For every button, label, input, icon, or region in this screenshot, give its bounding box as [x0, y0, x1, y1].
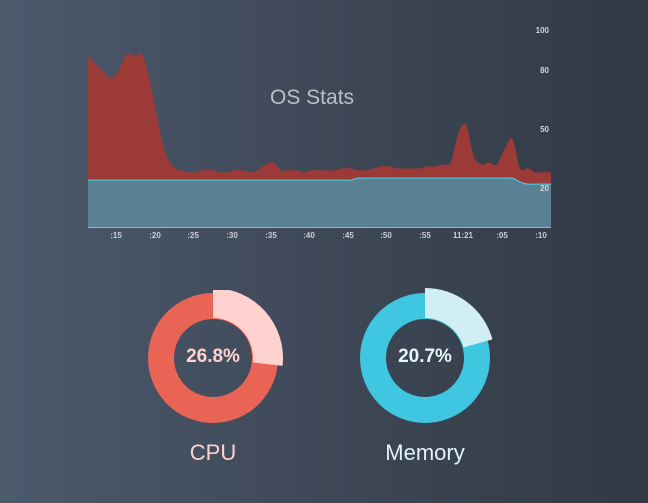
- memory-donut: 20.7%: [357, 288, 497, 428]
- cpu-label: CPU: [189, 440, 237, 465]
- y-tick-label: 50: [540, 125, 549, 134]
- memory-percent-value: 20.7%: [398, 346, 452, 367]
- cpu-donut: 26.8%: [145, 288, 285, 430]
- y-tick-label: 100: [536, 26, 550, 35]
- chart-title: OS Stats: [270, 86, 355, 109]
- x-tick-labels: :15 :20 :25 :30 :35 :40 :45 :50 :55 11:21 :05 :10: [110, 231, 547, 240]
- memory-label: Memory: [385, 440, 465, 465]
- x-tick-label: :10: [535, 231, 547, 240]
- memory-area-series: [88, 177, 551, 227]
- x-tick-label: :15: [110, 231, 122, 240]
- x-tick-label: :50: [380, 231, 392, 240]
- y-tick-labels: 100 80 50 20: [536, 26, 550, 193]
- x-tick-label: :30: [226, 231, 238, 240]
- y-tick-label: 80: [540, 66, 549, 75]
- x-tick-label: 11:21: [453, 231, 474, 240]
- x-tick-label: :45: [342, 231, 354, 240]
- x-tick-label: :05: [496, 231, 508, 240]
- x-tick-label: :25: [187, 231, 199, 240]
- x-tick-label: :20: [149, 231, 161, 240]
- x-tick-label: :40: [303, 231, 315, 240]
- os-stats-chart: 100 80 50 20 :15 :20 :25 :30 :35 :40 :45 :50 :55 11:…: [87, 26, 551, 240]
- x-tick-label: :55: [419, 231, 431, 240]
- cpu-percent-value: 26.8%: [186, 346, 240, 367]
- memory-usage-arc: [425, 288, 493, 348]
- y-tick-label: 20: [540, 184, 549, 193]
- x-tick-label: :35: [265, 231, 277, 240]
